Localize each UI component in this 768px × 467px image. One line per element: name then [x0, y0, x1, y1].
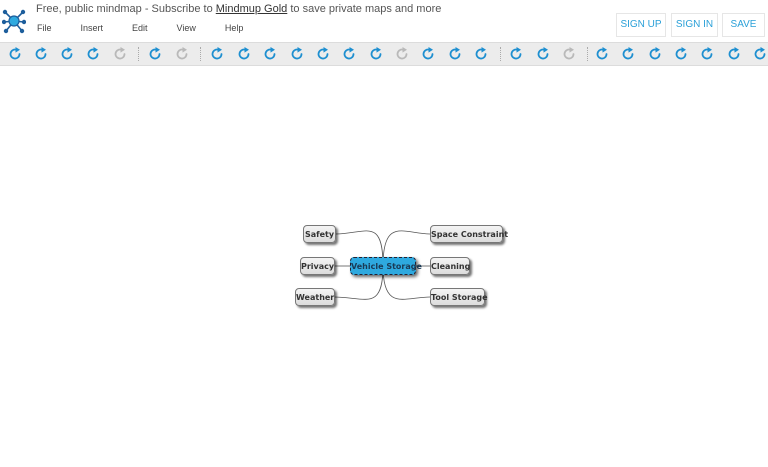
- node-space-constraint[interactable]: Space Constraint: [430, 225, 508, 243]
- menu-help[interactable]: Help: [225, 23, 244, 33]
- redo-icon[interactable]: [447, 46, 463, 62]
- node-tool-storage[interactable]: Tool Storage: [430, 288, 488, 306]
- redo-icon[interactable]: [341, 46, 357, 62]
- root-node[interactable]: Vehicle Storage: [350, 257, 422, 275]
- redo-icon[interactable]: [473, 46, 489, 62]
- promo-text: Free, public mindmap - Subscribe to Mind…: [36, 3, 441, 15]
- promo-prefix: Free, public mindmap - Subscribe to: [36, 3, 216, 15]
- toolbar-separator: [200, 47, 201, 61]
- mindmup-logo[interactable]: [2, 8, 26, 34]
- redo-icon[interactable]: [262, 46, 278, 62]
- redo-icon[interactable]: [209, 46, 225, 62]
- redo-icon[interactable]: [85, 46, 101, 62]
- redo-icon[interactable]: [147, 46, 163, 62]
- redo-icon[interactable]: [7, 46, 23, 62]
- redo-icon[interactable]: [561, 46, 577, 62]
- redo-icon[interactable]: [174, 46, 190, 62]
- redo-icon[interactable]: [647, 46, 663, 62]
- node-safety[interactable]: Safety: [303, 225, 336, 243]
- redo-icon[interactable]: [33, 46, 49, 62]
- redo-icon[interactable]: [394, 46, 410, 62]
- node-privacy[interactable]: Privacy: [300, 257, 335, 275]
- redo-icon[interactable]: [726, 46, 742, 62]
- toolbar-separator: [587, 47, 588, 61]
- mindmap-canvas[interactable]: Safety Privacy Weather Vehicle Storage S…: [0, 66, 768, 467]
- toolbar: [0, 42, 768, 66]
- menu-edit[interactable]: Edit: [132, 23, 148, 33]
- menu-file[interactable]: File: [37, 23, 52, 33]
- top-bar: Free, public mindmap - Subscribe to Mind…: [0, 0, 768, 42]
- redo-icon[interactable]: [112, 46, 128, 62]
- redo-icon[interactable]: [673, 46, 689, 62]
- redo-icon[interactable]: [315, 46, 331, 62]
- save-button[interactable]: SAVE: [722, 13, 765, 37]
- toolbar-separator: [500, 47, 501, 61]
- toolbar-separator: [138, 47, 139, 61]
- menu-view[interactable]: View: [177, 23, 196, 33]
- redo-icon[interactable]: [59, 46, 75, 62]
- redo-icon[interactable]: [236, 46, 252, 62]
- redo-icon[interactable]: [752, 46, 768, 62]
- redo-icon[interactable]: [620, 46, 636, 62]
- sign-up-button[interactable]: SIGN UP: [616, 13, 666, 37]
- node-weather[interactable]: Weather: [295, 288, 335, 306]
- sign-in-button[interactable]: SIGN IN: [671, 13, 718, 37]
- redo-icon[interactable]: [594, 46, 610, 62]
- menu-bar: File Insert Edit View Help: [37, 23, 272, 33]
- mindmup-gold-link[interactable]: Mindmup Gold: [216, 3, 288, 15]
- node-cleaning[interactable]: Cleaning: [430, 257, 470, 275]
- redo-icon[interactable]: [420, 46, 436, 62]
- redo-icon[interactable]: [289, 46, 305, 62]
- promo-suffix: to save private maps and more: [287, 3, 442, 15]
- redo-icon[interactable]: [699, 46, 715, 62]
- redo-icon[interactable]: [368, 46, 384, 62]
- redo-icon[interactable]: [508, 46, 524, 62]
- redo-icon[interactable]: [535, 46, 551, 62]
- menu-insert[interactable]: Insert: [81, 23, 104, 33]
